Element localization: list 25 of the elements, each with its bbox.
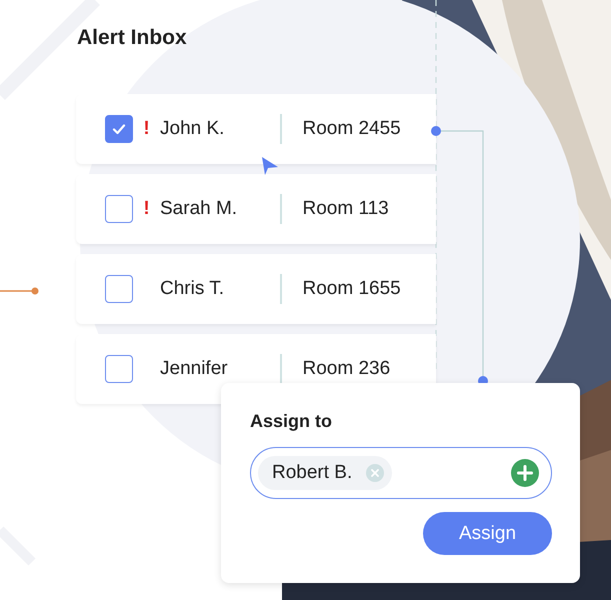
checkbox[interactable]	[105, 195, 133, 223]
add-icon[interactable]	[511, 459, 539, 487]
inbox-title: Alert Inbox	[77, 26, 188, 50]
room-number: Room 2455	[302, 118, 401, 140]
assignee-field[interactable]: Robert B.	[250, 447, 552, 499]
patient-name: Sarah M.	[160, 198, 238, 220]
checkbox[interactable]	[105, 355, 133, 383]
room-number: Room 113	[302, 198, 389, 220]
checkbox[interactable]	[105, 115, 133, 143]
connector-line	[0, 287, 40, 295]
patient-name: Jennifer	[160, 358, 229, 380]
room-number: Room 236	[302, 358, 390, 380]
urgent-mark: !	[143, 198, 150, 220]
alert-card[interactable]: Chris T. Room 1655	[76, 254, 436, 324]
cursor-icon	[261, 156, 279, 176]
assignee-name: Robert B.	[272, 462, 352, 484]
checkbox[interactable]	[105, 275, 133, 303]
panel-title: Assign to	[250, 411, 334, 432]
room-number: Room 1655	[302, 278, 401, 300]
patient-name: Chris T.	[160, 278, 226, 300]
alert-card[interactable]: ! Sarah M. Room 113	[76, 174, 436, 244]
alert-card[interactable]: ! John K. Room 2455	[76, 94, 436, 164]
patient-name: John K.	[160, 118, 226, 140]
urgent-mark: !	[143, 118, 150, 140]
assign-button[interactable]: Assign	[423, 512, 552, 555]
